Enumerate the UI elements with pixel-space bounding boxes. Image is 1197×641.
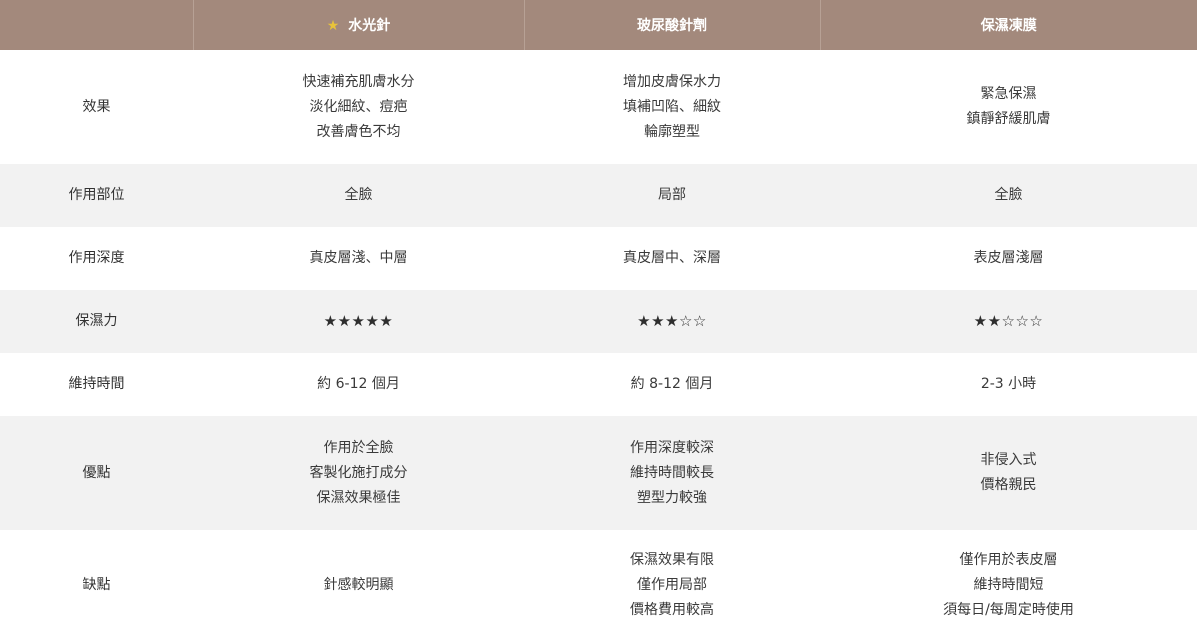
cell-line: 客製化施打成分 <box>309 464 408 481</box>
table-row-moisture: 保濕力 ★★★★★ ★★★☆☆ ★★☆☆☆ <box>0 290 1197 353</box>
table-cell: 緊急保濕 鎮靜舒緩肌膚 <box>820 50 1197 164</box>
row-label: 維持時間 <box>68 376 125 392</box>
cell-line: 僅作用局部 <box>637 577 707 593</box>
table-cell: 非侵入式 價格親民 <box>820 416 1197 530</box>
table-row-cons: 缺點 針感較明顯 保濕效果有限 僅作用局部 價格費用較高 僅作用於表皮層 維持時… <box>0 530 1197 641</box>
cell-line: 作用深度較深 <box>630 439 714 456</box>
table-row-depth: 作用深度 真皮層淺、中層 真皮層中、深層 表皮層淺層 <box>0 227 1197 290</box>
comparison-table: ★ 水光針 玻尿酸針劑 保濕凍膜 效果 快速補充肌膚水分 淡化細紋、痘疤 改善膚色… <box>0 0 1197 641</box>
row-label: 保濕力 <box>75 313 118 329</box>
table-cell: 保濕效果有限 僅作用局部 價格費用較高 <box>524 530 820 641</box>
cell-line: 淡化細紋、痘疤 <box>309 98 408 115</box>
table-row-area: 作用部位 全臉 局部 全臉 <box>0 164 1197 227</box>
cell-line: 緊急保濕 <box>980 86 1037 102</box>
cell-line: 作用於全臉 <box>323 439 394 456</box>
cell-line: 增加皮膚保水力 <box>623 73 721 90</box>
table-cell: 表皮層淺層 <box>973 250 1044 266</box>
table-cell: 快速補充肌膚水分 淡化細紋、痘疤 改善膚色不均 <box>193 50 524 164</box>
table-cell: 針感較明顯 <box>193 530 524 641</box>
table-cell: 約 6-12 個月 <box>317 376 400 392</box>
cell-line: 維持時間短 <box>973 577 1044 593</box>
header-col-hyaluronic-injection: 玻尿酸針劑 <box>523 0 820 50</box>
table-row-pros: 優點 作用於全臉 客製化施打成分 保濕效果極佳 作用深度較深 維持時間較長 塑型… <box>0 416 1197 530</box>
header-col-moisture-mask: 保濕凍膜 <box>819 0 1197 50</box>
table-cell: 全臉 <box>344 187 373 203</box>
table-cell: 增加皮膚保水力 填補凹陷、細紋 輪廓塑型 <box>524 50 820 164</box>
cell-line: 鎮靜舒緩肌膚 <box>966 111 1051 127</box>
table-cell: 作用於全臉 客製化施打成分 保濕效果極佳 <box>193 416 524 530</box>
header-label: 水光針 <box>348 18 391 34</box>
cell-line: 填補凹陷、細紋 <box>623 98 721 115</box>
cell-line: 維持時間較長 <box>630 464 714 481</box>
header-col-hydro-injection: ★ 水光針 <box>192 0 524 50</box>
star-rating: ★★★★★ <box>323 312 394 330</box>
row-label: 作用深度 <box>68 250 125 266</box>
row-label: 缺點 <box>82 577 111 593</box>
star-rating: ★★★☆☆ <box>637 312 707 330</box>
row-label: 效果 <box>82 98 111 115</box>
cell-line: 輪廓塑型 <box>644 123 700 140</box>
table-cell: 作用深度較深 維持時間較長 塑型力較強 <box>524 416 820 530</box>
cell-line: 塑型力較強 <box>637 489 707 506</box>
table-cell: 真皮層中、深層 <box>623 250 721 266</box>
cell-line: 僅作用於表皮層 <box>959 552 1058 568</box>
star-rating: ★★☆☆☆ <box>973 312 1044 330</box>
table-cell: 真皮層淺、中層 <box>309 250 408 266</box>
cell-line: 價格親民 <box>980 477 1037 493</box>
table-cell: 僅作用於表皮層 維持時間短 須每日/每周定時使用 <box>820 530 1197 641</box>
cell-line: 保濕效果極佳 <box>316 489 401 506</box>
row-label: 優點 <box>82 464 111 481</box>
cell-line: 針感較明顯 <box>323 577 394 593</box>
row-label: 作用部位 <box>68 187 125 203</box>
table-cell: 局部 <box>658 187 686 203</box>
table-cell: 全臉 <box>994 187 1023 203</box>
cell-line: 價格費用較高 <box>630 602 714 618</box>
table-cell: 2-3 小時 <box>980 376 1037 392</box>
cell-line: 改善膚色不均 <box>316 123 401 140</box>
cell-line: 保濕效果有限 <box>630 552 714 568</box>
table-row-duration: 維持時間 約 6-12 個月 約 8-12 個月 2-3 小時 <box>0 353 1197 416</box>
star-icon: ★ <box>326 18 340 34</box>
cell-line: 非侵入式 <box>980 452 1037 468</box>
header-blank-cell <box>0 0 193 50</box>
cell-line: 快速補充肌膚水分 <box>302 73 415 90</box>
cell-line: 須每日/每周定時使用 <box>943 602 1074 618</box>
table-header-row: ★ 水光針 玻尿酸針劑 保濕凍膜 <box>0 0 1197 50</box>
table-row-effect: 效果 快速補充肌膚水分 淡化細紋、痘疤 改善膚色不均 增加皮膚保水力 填補凹陷、… <box>0 50 1197 164</box>
table-cell: 約 8-12 個月 <box>630 376 714 392</box>
